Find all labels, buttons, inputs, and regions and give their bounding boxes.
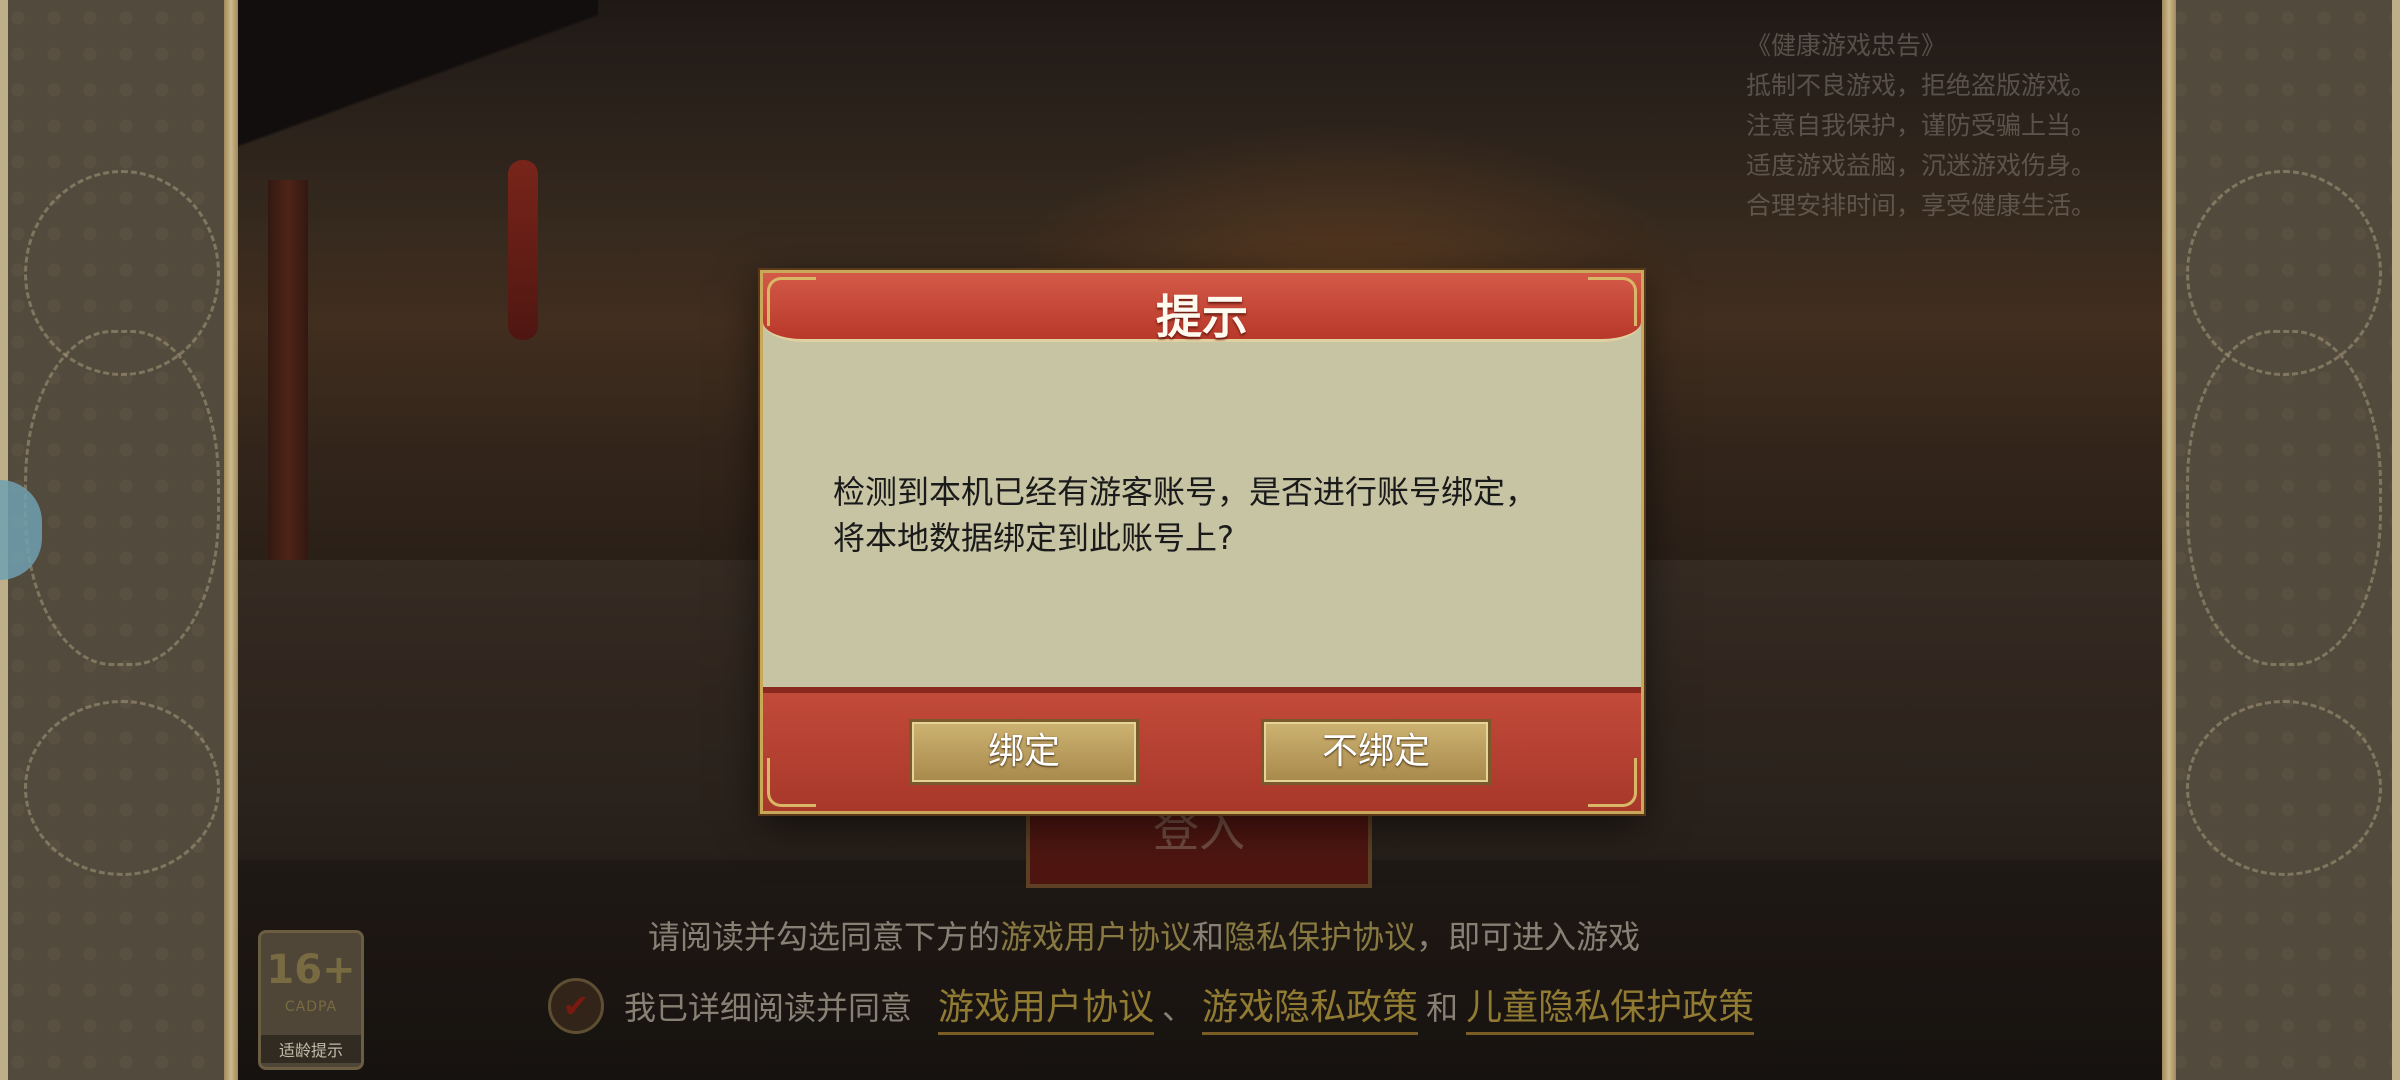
corner-ornament-icon [767, 277, 816, 326]
corner-ornament-icon [767, 758, 816, 807]
bind-button[interactable]: 绑定 [909, 719, 1139, 785]
bind-account-dialog: 提示 检测到本机已经有游客账号，是否进行账号绑定，将本地数据绑定到此账号上? 绑… [760, 270, 1644, 814]
corner-ornament-icon [1588, 277, 1637, 326]
dialog-footer: 绑定 不绑定 [763, 687, 1641, 811]
corner-ornament-icon [1588, 758, 1637, 807]
dialog-title: 提示 [1156, 290, 1248, 344]
no-bind-button[interactable]: 不绑定 [1261, 719, 1491, 785]
dialog-message: 检测到本机已经有游客账号，是否进行账号绑定，将本地数据绑定到此账号上? [833, 473, 1538, 557]
dialog-header: 提示 [763, 273, 1641, 344]
